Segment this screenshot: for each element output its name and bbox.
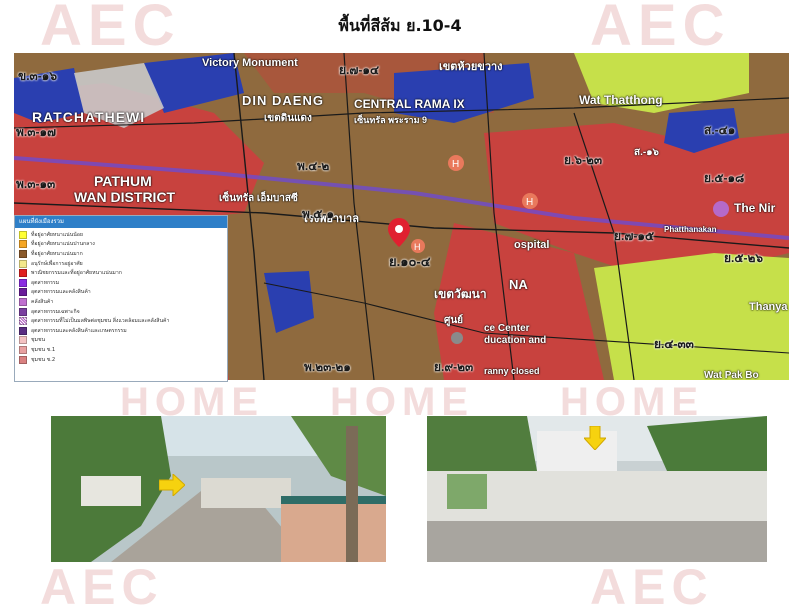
legend-label: ที่อยู่อาศัยหนาแน่นปานกลาง [31, 241, 95, 248]
legend-label: ชุมชน [31, 337, 46, 344]
legend-item: คลังสินค้า [19, 297, 223, 307]
legend-swatch [19, 240, 27, 249]
legend-swatch [19, 326, 27, 335]
legend-item: ชุมชน ช.2 [19, 355, 223, 365]
map-label-din-daeng: DIN DAENG [242, 93, 324, 108]
legend-header: แผนที่ผังเมืองรวม [15, 216, 227, 228]
arrow-right-icon [159, 474, 185, 496]
map-label-thanya: Thanya [749, 301, 788, 313]
page-title: พื้นที่สีส้ม ย.10-4 [338, 16, 462, 35]
legend-item: อุตสาหกรรมที่ไม่เป็นมลพิษต่อชุมชน สิ่งแว… [19, 316, 223, 326]
legend-label: ชุมชน ช.1 [31, 346, 56, 353]
svg-text:H: H [452, 159, 459, 170]
legend-item: ชุมชน [19, 336, 223, 346]
map-label-hospital-partial: ospital [514, 239, 550, 251]
legend-swatch [19, 307, 27, 316]
legend-label: ที่อยู่อาศัยหนาแน่นมาก [31, 250, 83, 257]
zone-label: ย.๕-๒๖ [724, 251, 763, 265]
legend-swatch [19, 230, 27, 239]
place-marker-icon [451, 332, 463, 344]
zone-label: พ.๔-๒ [297, 159, 330, 173]
map-label-central-rama9-th: เซ็นทรัล พระราม 9 [354, 115, 428, 125]
map-label-victory-monument: Victory Monument [202, 57, 298, 69]
zone-label: ย.๕-๑๘ [704, 171, 745, 185]
map-label-center-th: ศูนย์ [444, 315, 464, 326]
zone-label: พ.๕-๑ [302, 207, 334, 221]
map-label-na: NA [509, 277, 528, 292]
legend-item: ที่อยู่อาศัยหนาแน่นปานกลาง [19, 240, 223, 250]
legend-item: ที่อยู่อาศัยหนาแน่นมาก [19, 249, 223, 259]
map-label-central-embassy: เซ็นทรัล เอ็มบาสซี [219, 193, 298, 204]
legend-swatch [19, 345, 27, 354]
legend-label: คลังสินค้า [31, 298, 54, 305]
legend-swatch [19, 317, 27, 326]
map-label-s16: ส.-๑๖ [634, 147, 659, 158]
map-label-closed: ranny closed [484, 366, 540, 376]
zone-label-target: ย.๑๐-๔ [389, 254, 431, 269]
map-label-wat-thatthong: Wat Thatthong [579, 93, 663, 107]
map-legend: แผนที่ผังเมืองรวม ที่อยู่อาศัยหนาแน่นน้อ… [14, 215, 228, 382]
legend-label: อนุรักษ์เพื่อการอยู่อาศัย [31, 260, 83, 267]
zone-label: ย.๙-๒๓ [434, 360, 474, 374]
zone-label: พ.๓-๑๓ [16, 177, 56, 191]
arrow-down-icon [584, 426, 606, 450]
legend-item: ที่อยู่อาศัยหนาแน่นน้อย [19, 230, 223, 240]
map-label-education: ducation and [484, 335, 547, 346]
legend-swatch [19, 249, 27, 258]
legend-swatch [19, 259, 27, 268]
legend-label: อุตสาหกรรมและคลังสินค้า [31, 289, 91, 296]
legend-label: ชุมชน ช.2 [31, 356, 56, 363]
legend-swatch [19, 297, 27, 306]
map-label-din-daeng-th: เขตดินแดง [264, 113, 312, 124]
legend-item: อนุรักษ์เพื่อการอยู่อาศัย [19, 259, 223, 269]
legend-swatch [19, 336, 27, 345]
legend-item: อุตสาหกรรมเฉพาะกิจ [19, 307, 223, 317]
hospital-icon: H [448, 155, 464, 171]
legend-swatch [19, 288, 27, 297]
legend-label: อุตสาหกรรมและคลังสินค้าและเกษตรกรรม [31, 327, 127, 334]
legend-label: พาณิชยกรรมและที่อยู่อาศัยหนาแน่นมาก [31, 270, 122, 277]
legend-item: อุตสาหกรรม [19, 278, 223, 288]
map-label-watthana: เขตวัฒนา [434, 287, 487, 301]
legend-label: อุตสาหกรรมเฉพาะกิจ [31, 308, 80, 315]
low-density-zone-southeast [594, 253, 789, 380]
map-label-phatthanakan: Phatthanakan [664, 225, 717, 234]
map-label-wat-pak-bo: Wat Pak Bo [704, 370, 759, 380]
svg-text:H: H [526, 197, 533, 208]
map-label-huai-khwang: เขตห้วยขวาง [439, 61, 503, 73]
legend-swatch [19, 355, 27, 364]
legend-label: อุตสาหกรรม [31, 279, 60, 286]
zone-label: ย.๗-๑๕ [614, 229, 655, 243]
watermark-brand-bottom-right: AEC [590, 559, 714, 615]
legend-item: อุตสาหกรรมและคลังสินค้า [19, 288, 223, 298]
site-photo-left-image [51, 416, 386, 562]
zone-label: ย.๖-๒๓ [564, 153, 603, 167]
shopping-icon [713, 201, 729, 217]
legend-item: พาณิชยกรรมและที่อยู่อาศัยหนาแน่นมาก [19, 268, 223, 278]
map-label-wan-district: WAN DISTRICT [74, 189, 176, 205]
zone-label: พ.๓-๑๗ [16, 125, 57, 139]
map-label-pathum: PATHUM [94, 173, 152, 189]
zone-label: ส.-๔๑ [704, 123, 736, 137]
map-label-central-rama9: CENTRAL RAMA IX [354, 97, 465, 111]
map-label-the-nir: The Nir [734, 201, 776, 215]
hospital-icon: H [522, 193, 538, 209]
legend-swatch [19, 278, 27, 287]
legend-label: ที่อยู่อาศัยหนาแน่นน้อย [31, 231, 83, 238]
site-photo-left [51, 416, 386, 562]
legend-item: ชุมชน ช.1 [19, 345, 223, 355]
legend-item: อุตสาหกรรมและคลังสินค้าและเกษตรกรรม [19, 326, 223, 336]
zone-label: พ.๒๓-๒๑ [304, 360, 351, 374]
zone-label: ข.๓-๑๖ [18, 69, 57, 83]
watermark-brand-bottom-left: AEC [40, 559, 164, 615]
site-photo-right [427, 416, 767, 562]
zone-label: ย.๗-๑๔ [339, 63, 380, 77]
zone-label: ย.๔-๓๓ [654, 337, 694, 351]
legend-list: ที่อยู่อาศัยหนาแน่นน้อยที่อยู่อาศัยหนาแน… [15, 228, 227, 364]
legend-label: อุตสาหกรรมที่ไม่เป็นมลพิษต่อชุมชน สิ่งแว… [31, 318, 170, 325]
legend-swatch [19, 269, 27, 278]
map-label-ce-center: ce Center [484, 323, 530, 334]
